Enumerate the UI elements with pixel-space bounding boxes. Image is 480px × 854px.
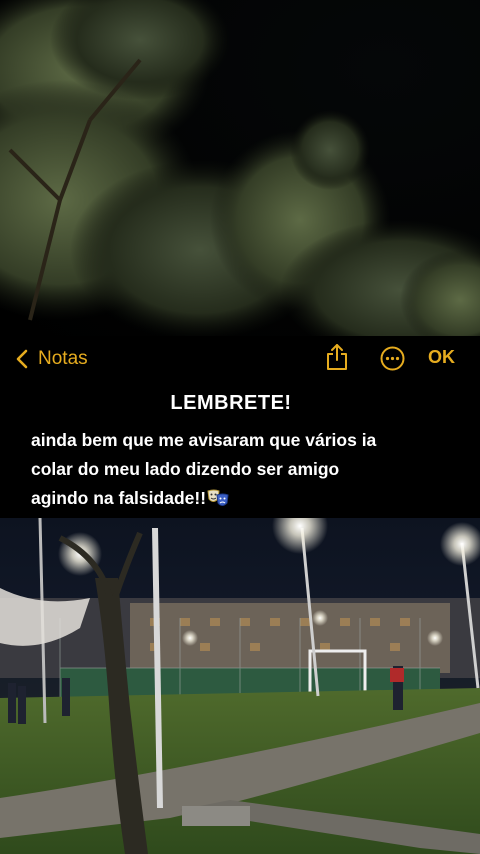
note-title[interactable]: LEMBRETE! xyxy=(0,392,462,415)
performing-arts-masks-icon xyxy=(207,489,229,506)
share-icon[interactable] xyxy=(325,343,349,371)
background-photo-park xyxy=(0,518,480,854)
park-illustration xyxy=(0,518,480,854)
note-line: agindo na falsidade!! xyxy=(31,488,207,508)
note-overlay: Notas OK LEMBRETE! ainda bem que me avis… xyxy=(0,336,480,518)
note-line: ainda bem que me avisaram que vários ia xyxy=(31,430,377,450)
back-button-label: Notas xyxy=(38,348,88,369)
note-line: colar do meu lado dizendo ser amigo xyxy=(31,459,340,479)
note-body[interactable]: ainda bem que me avisaram que vários ia … xyxy=(31,426,461,513)
ellipsis-circle-icon[interactable] xyxy=(380,346,405,371)
notes-navigation-bar: Notas OK xyxy=(0,336,480,382)
chevron-left-icon xyxy=(16,349,28,369)
ok-button[interactable]: OK xyxy=(428,347,455,368)
back-button[interactable]: Notas xyxy=(12,346,88,372)
note-line-with-emoji: agindo na falsidade!! xyxy=(31,484,461,513)
background-photo-trees xyxy=(0,0,480,336)
trees-illustration xyxy=(0,0,480,336)
